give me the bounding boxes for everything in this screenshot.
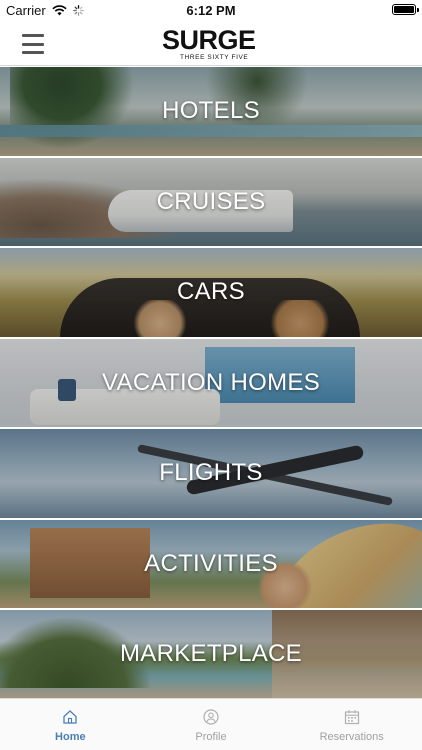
tab-label: Home (55, 731, 86, 743)
category-label: CARS (177, 278, 245, 306)
tab-reservations[interactable]: Reservations (281, 699, 422, 750)
surge-logo: SURGE THREE SIXTY FIVE (162, 24, 262, 64)
category-label: FLIGHTS (159, 459, 263, 487)
category-cars[interactable]: CARS (0, 248, 422, 337)
tab-label: Reservations (319, 731, 384, 743)
tab-home[interactable]: Home (0, 699, 141, 750)
tab-bar: Home Profile Reservations (0, 698, 422, 750)
home-icon (63, 710, 77, 724)
battery-icon (392, 4, 419, 15)
category-label: HOTELS (162, 97, 260, 125)
category-activities[interactable]: ACTIVITIES (0, 519, 422, 608)
menu-button[interactable] (22, 34, 44, 54)
tab-profile[interactable]: Profile (141, 699, 282, 750)
logo-subtitle: THREE SIXTY FIVE (180, 54, 249, 61)
tab-label: Profile (195, 731, 227, 743)
hamburger-icon (22, 34, 44, 37)
category-hotels[interactable]: HOTELS (0, 67, 422, 156)
status-time: 6:12 PM (186, 3, 236, 18)
category-label: MARKETPLACE (119, 640, 302, 668)
logo-word: SURGE (162, 25, 256, 55)
category-list: HOTELS CRUISES CARS VACATION HOMES FLIGH… (0, 67, 422, 700)
nav-bar: SURGE THREE SIXTY FIVE (0, 22, 422, 66)
profile-icon (203, 709, 219, 725)
status-bar: Carrier 6:12 PM (0, 0, 422, 22)
status-right (392, 4, 419, 15)
category-vacation-homes[interactable]: VACATION HOMES (0, 338, 422, 427)
category-marketplace[interactable]: MARKETPLACE (0, 610, 422, 699)
category-label: VACATION HOMES (102, 368, 320, 396)
calendar-icon (344, 710, 359, 725)
category-cruises[interactable]: CRUISES (0, 157, 422, 246)
category-flights[interactable]: FLIGHTS (0, 429, 422, 518)
category-label: ACTIVITIES (144, 549, 278, 577)
category-label: CRUISES (156, 187, 266, 215)
